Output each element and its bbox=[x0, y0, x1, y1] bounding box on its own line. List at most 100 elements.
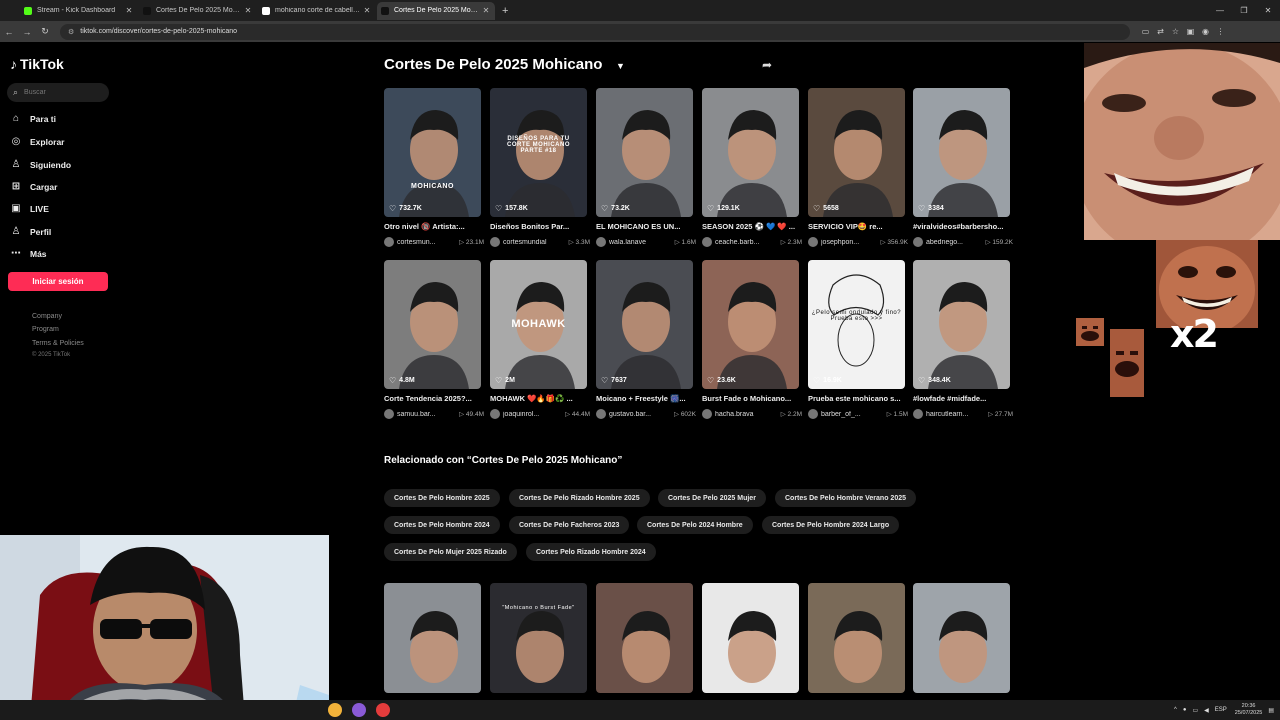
video-title[interactable]: SEASON 2025 ⚽ 💙 ❤️ ... bbox=[702, 222, 799, 231]
browser-tab[interactable]: Cortes De Pelo 2025 Mohicano✕ bbox=[377, 1, 495, 20]
video-title[interactable]: EL MOHICANO ES UN... bbox=[596, 222, 693, 231]
tab-close-icon[interactable]: ✕ bbox=[362, 6, 372, 15]
footer-link-company[interactable]: Company bbox=[32, 313, 62, 320]
sidebar-item-más[interactable]: ⋯ Más bbox=[10, 248, 47, 260]
author-name[interactable]: barber_of_... bbox=[821, 411, 887, 418]
video-title[interactable]: #lowfade #midfade... bbox=[913, 394, 1010, 403]
share-icon[interactable]: ➦ bbox=[762, 58, 772, 72]
tab-close-icon[interactable]: ✕ bbox=[481, 6, 491, 15]
video-card[interactable]: MOHICANO ♡ 732.7K Otro nivel 🔞 Artista:... c… bbox=[384, 88, 484, 247]
video-title[interactable]: Otro nivel 🔞 Artista:... bbox=[384, 222, 481, 231]
author-name[interactable]: abednego... bbox=[926, 239, 986, 246]
video-title[interactable]: MOHAWK ❤️🔥🎁♻️ ... bbox=[490, 394, 587, 403]
author-name[interactable]: joaquinrol... bbox=[503, 411, 565, 418]
related-search-chip[interactable]: Cortes De Pelo Facheros 2023 bbox=[509, 516, 630, 534]
forward-icon[interactable]: → bbox=[18, 27, 36, 37]
author-name[interactable]: josephpon... bbox=[821, 239, 881, 246]
clock[interactable]: 20:36 25/07/2025 bbox=[1235, 703, 1263, 717]
network-icon[interactable]: ▭ bbox=[1192, 707, 1198, 714]
video-thumbnail[interactable] bbox=[808, 583, 905, 693]
author-name[interactable]: wala.lanave bbox=[609, 239, 675, 246]
video-card[interactable]: ♡ 73.2K EL MOHICANO ES UN... wala.lanave ▷ 1… bbox=[596, 88, 696, 247]
related-search-chip[interactable]: Cortes De Pelo Rizado Hombre 2025 bbox=[509, 489, 650, 507]
video-card[interactable]: ♡ 7637 Moicano + Freestyle 🎆... gustavo.bar… bbox=[596, 260, 696, 419]
author-name[interactable]: cortesmundial bbox=[503, 239, 569, 246]
related-search-chip[interactable]: Cortes De Pelo 2025 Mujer bbox=[658, 489, 766, 507]
minimize-icon[interactable]: — bbox=[1208, 0, 1232, 21]
sidebar-item-cargar[interactable]: ⊞ Cargar bbox=[10, 181, 58, 193]
video-thumbnail[interactable]: ♡ 348.4K bbox=[913, 260, 1010, 389]
footer-link-terms[interactable]: Terms & Policies bbox=[32, 340, 84, 347]
avatar[interactable] bbox=[913, 409, 923, 419]
video-thumbnail[interactable]: DISEÑOS PARA TU CORTE MOHICANO PARTE #18… bbox=[490, 88, 587, 217]
avatar[interactable] bbox=[384, 409, 394, 419]
taskbar-app-icon[interactable] bbox=[328, 703, 342, 717]
video-thumbnail[interactable] bbox=[913, 583, 1010, 693]
sidebar-item-siguiendo[interactable]: ♙ Siguiendo bbox=[10, 159, 72, 171]
reload-icon[interactable]: ↻ bbox=[36, 26, 54, 37]
mic-icon[interactable]: ● bbox=[1183, 707, 1187, 713]
language-indicator[interactable]: ESP bbox=[1215, 707, 1227, 713]
back-icon[interactable]: ← bbox=[0, 27, 18, 37]
video-title[interactable]: Prueba este mohicano s... bbox=[808, 394, 905, 403]
video-card[interactable]: ♡ 3384 #viralvideos#barbersho... abednego..… bbox=[913, 88, 1013, 247]
video-thumbnail[interactable]: "Mohicano o Burst Fade" bbox=[490, 583, 587, 693]
maximize-icon[interactable]: ❐ bbox=[1232, 0, 1256, 21]
author-name[interactable]: ceache.barb... bbox=[715, 239, 781, 246]
video-title[interactable]: Burst Fade o Mohicano... bbox=[702, 394, 799, 403]
video-card[interactable]: ♡ 23.6K Burst Fade o Mohicano... hacha.brav… bbox=[702, 260, 802, 419]
install-app-icon[interactable]: ▭ bbox=[1138, 27, 1153, 36]
author-name[interactable]: haircutlearn... bbox=[926, 411, 988, 418]
video-thumbnail[interactable]: ♡ 23.6K bbox=[702, 260, 799, 389]
avatar[interactable] bbox=[808, 237, 818, 247]
browser-tab[interactable]: Stream - Kick Dashboard ✕ bbox=[20, 2, 138, 20]
tiktok-logo[interactable]: ♪ TikTok bbox=[10, 56, 64, 72]
avatar[interactable] bbox=[702, 409, 712, 419]
extensions-icon[interactable]: ▣ bbox=[1183, 27, 1198, 36]
browser-tab[interactable]: mohicano corte de cabello - Ma✕ bbox=[258, 2, 376, 20]
related-search-chip[interactable]: Cortes De Pelo Hombre 2025 bbox=[384, 489, 500, 507]
author-name[interactable]: cortesmun... bbox=[397, 239, 459, 246]
related-search-chip[interactable]: Cortes De Pelo Mujer 2025 Rizado bbox=[384, 543, 517, 561]
site-info-icon[interactable]: ⚙ bbox=[68, 28, 74, 36]
url-field[interactable]: ⚙ tiktok.com/discover/cortes-de-pelo-202… bbox=[60, 23, 1130, 40]
tray-chevron-icon[interactable]: ^ bbox=[1174, 707, 1177, 713]
video-title[interactable]: Moicano + Freestyle 🎆... bbox=[596, 394, 693, 403]
search-input[interactable]: ⌕ Buscar bbox=[7, 83, 109, 102]
avatar[interactable] bbox=[490, 237, 500, 247]
sidebar-item-perfil[interactable]: ♙ Perfil bbox=[10, 226, 52, 238]
video-thumbnail[interactable]: MOHAWK ♡ 2M bbox=[490, 260, 587, 389]
avatar[interactable] bbox=[596, 237, 606, 247]
related-search-chip[interactable]: Cortes Pelo Rizado Hombre 2024 bbox=[526, 543, 656, 561]
video-thumbnail[interactable]: ♡ 73.2K bbox=[596, 88, 693, 217]
avatar[interactable] bbox=[702, 237, 712, 247]
browser-tab[interactable]: Cortes De Pelo 2025 Mohicano✕ bbox=[139, 2, 257, 20]
taskbar-chrome-icon[interactable] bbox=[376, 703, 390, 717]
related-search-chip[interactable]: Cortes De Pelo 2024 Hombre bbox=[637, 516, 753, 534]
video-card[interactable]: ♡ 5658 SERVICIO VIP🤩 re... josephpon... ▷ 35… bbox=[808, 88, 908, 247]
video-thumbnail[interactable]: ♡ 129.1K bbox=[702, 88, 799, 217]
video-card[interactable]: ♡ 4.8M Corte Tendencia 2025?... samuu.bar..… bbox=[384, 260, 484, 419]
avatar[interactable] bbox=[808, 409, 818, 419]
author-name[interactable]: gustavo.bar... bbox=[609, 411, 674, 418]
close-window-icon[interactable]: ✕ bbox=[1256, 0, 1280, 21]
login-button[interactable]: Iniciar sesión bbox=[8, 272, 108, 291]
video-card[interactable]: ¿Pelo semi ondulado y fino? Prueba esto … bbox=[808, 260, 908, 419]
author-name[interactable]: hacha.brava bbox=[715, 411, 781, 418]
volume-icon[interactable]: ◀ bbox=[1204, 707, 1209, 714]
author-name[interactable]: samuu.bar... bbox=[397, 411, 459, 418]
video-card[interactable]: MOHAWK ♡ 2M MOHAWK ❤️🔥🎁♻️ ... joaquinrol... ▷… bbox=[490, 260, 590, 419]
footer-link-program[interactable]: Program bbox=[32, 326, 59, 333]
profile-icon[interactable]: ◉ bbox=[1198, 27, 1213, 36]
video-thumbnail[interactable]: ♡ 4.8M bbox=[384, 260, 481, 389]
video-title[interactable]: #viralvideos#barbersho... bbox=[913, 222, 1010, 231]
new-tab-icon[interactable]: + bbox=[502, 5, 508, 17]
video-thumbnail[interactable]: MOHICANO ♡ 732.7K bbox=[384, 88, 481, 217]
related-search-chip[interactable]: Cortes De Pelo Hombre 2024 Largo bbox=[762, 516, 900, 534]
related-search-chip[interactable]: Cortes De Pelo Hombre Verano 2025 bbox=[775, 489, 916, 507]
related-search-chip[interactable]: Cortes De Pelo Hombre 2024 bbox=[384, 516, 500, 534]
sidebar-item-explorar[interactable]: ◎ Explorar bbox=[10, 136, 65, 148]
menu-icon[interactable]: ⋮ bbox=[1213, 27, 1228, 36]
video-card[interactable]: ♡ 129.1K SEASON 2025 ⚽ 💙 ❤️ ... ceache.barb… bbox=[702, 88, 802, 247]
notification-icon[interactable]: ▤ bbox=[1268, 707, 1274, 714]
